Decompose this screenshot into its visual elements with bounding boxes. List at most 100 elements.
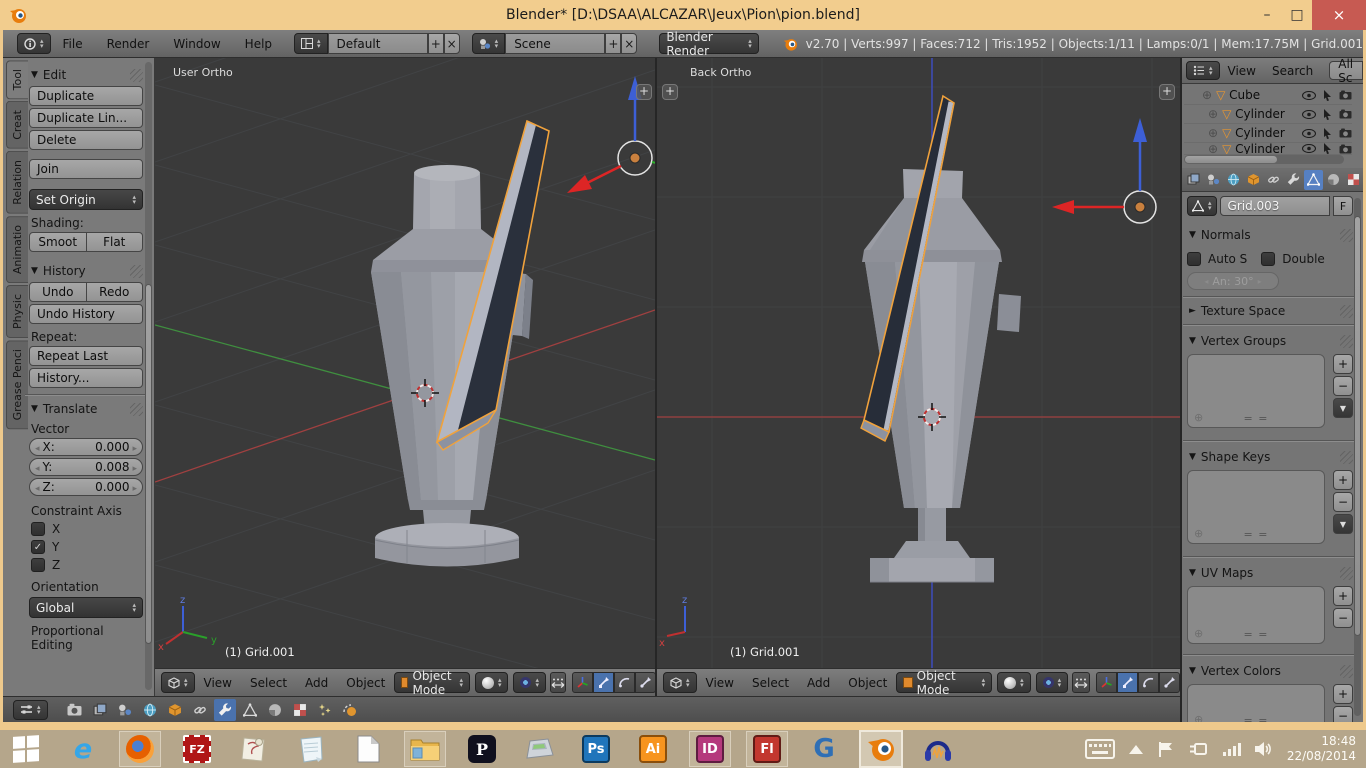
editor-type-3dview-button[interactable] — [663, 672, 697, 693]
add-screen-button[interactable]: + — [428, 33, 444, 54]
tab-tool[interactable]: Tool — [6, 60, 28, 99]
touch-keyboard-icon[interactable] — [1085, 739, 1115, 759]
viewport-right[interactable]: z x Back Ortho (1) Grid.001 + + View Sel… — [655, 58, 1180, 696]
shape-keys-list[interactable]: ⊕ = = — [1187, 470, 1325, 544]
mesh-browse-button[interactable] — [1187, 196, 1217, 216]
tab-texture[interactable] — [1344, 170, 1363, 190]
manipulator-axes-button[interactable] — [572, 672, 593, 693]
delete-screen-button[interactable]: × — [444, 33, 460, 54]
tab-modifiers[interactable] — [1284, 170, 1303, 190]
taskbar-notepad[interactable] — [291, 732, 331, 766]
tab-constraints[interactable] — [189, 699, 211, 721]
add-uv-map-button[interactable]: + — [1333, 586, 1353, 606]
remove-vertex-color-button[interactable]: − — [1333, 706, 1353, 722]
render-camera-icon[interactable] — [1339, 90, 1352, 100]
join-button[interactable]: Join — [29, 159, 143, 179]
taskbar-filezilla[interactable]: FZ — [177, 732, 217, 766]
selectability-cursor-icon[interactable] — [1323, 128, 1332, 139]
snap-button[interactable] — [550, 672, 566, 693]
viewport-shading-dropdown[interactable] — [997, 672, 1031, 693]
increment-icon[interactable] — [132, 480, 137, 494]
selectability-cursor-icon[interactable] — [1323, 143, 1332, 154]
remove-shape-key-button[interactable]: − — [1333, 492, 1353, 512]
translate-manipulator[interactable] — [1052, 118, 1156, 223]
constraint-z-checkbox[interactable] — [31, 558, 45, 572]
tab-create[interactable]: Creat — [6, 101, 28, 149]
rotate-manipulator-button[interactable] — [1138, 672, 1159, 693]
vector-z-field[interactable]: Z:0.000 — [29, 478, 143, 496]
maximize-button[interactable]: □ — [1282, 0, 1312, 30]
editor-type-3dview-button[interactable] — [161, 672, 195, 693]
tab-material[interactable] — [264, 699, 286, 721]
viewport-left-canvas[interactable]: z x y User Ortho (1) Grid.001 — [155, 58, 655, 668]
vector-y-field[interactable]: Y:0.008 — [29, 458, 143, 476]
scene-icon-button[interactable] — [472, 33, 506, 54]
menu-add[interactable]: Add — [305, 676, 328, 690]
vector-x-field[interactable]: X:0.000 — [29, 438, 143, 456]
panel-grip-icon[interactable] — [130, 265, 143, 278]
taskbar-photoshop[interactable]: Ps — [576, 732, 616, 766]
remove-uv-map-button[interactable]: − — [1333, 608, 1353, 628]
add-vertex-color-button[interactable]: + — [1333, 684, 1353, 704]
tab-particles[interactable] — [314, 699, 336, 721]
increment-icon[interactable] — [132, 440, 137, 454]
properties-region-expand-button[interactable]: + — [636, 84, 652, 100]
add-vertex-group-button[interactable]: + — [1333, 354, 1353, 374]
taskbar-audacity[interactable] — [918, 732, 958, 766]
x-arrow[interactable] — [585, 166, 621, 184]
list-expand-icon[interactable]: ⊕ — [1194, 713, 1203, 722]
pivot-point-dropdown[interactable] — [1036, 672, 1069, 693]
increment-icon[interactable] — [132, 460, 137, 474]
tab-animation[interactable]: Animatio — [6, 216, 28, 283]
panel-grip-icon[interactable] — [1340, 451, 1353, 464]
expand-icon[interactable]: ⊕ — [1202, 88, 1212, 102]
tab-object-data[interactable] — [239, 699, 261, 721]
editor-type-properties-button[interactable] — [13, 700, 48, 720]
list-expand-icon[interactable]: ⊕ — [1194, 627, 1203, 640]
set-origin-dropdown[interactable]: Set Origin — [29, 189, 143, 210]
history-button[interactable]: History... — [29, 368, 143, 388]
constraint-y-checkbox[interactable]: ✓ — [31, 540, 45, 554]
vertex-groups-list[interactable]: ⊕ = = — [1187, 354, 1325, 428]
object-name[interactable]: Cylinder — [1235, 107, 1285, 121]
scale-manipulator-button[interactable] — [1159, 672, 1180, 693]
auto-smooth-checkbox[interactable] — [1187, 252, 1201, 266]
tab-object-data[interactable] — [1304, 170, 1323, 190]
scrollbar-thumb[interactable] — [145, 284, 152, 644]
delete-scene-button[interactable]: × — [621, 33, 637, 54]
repeat-last-button[interactable]: Repeat Last — [29, 346, 143, 366]
undo-button[interactable]: Undo — [29, 282, 87, 302]
mode-dropdown[interactable]: Object Mode — [394, 672, 470, 693]
outliner-item-cylinder-1[interactable]: ⊕ ▽ Cylinder — [1184, 105, 1352, 124]
render-engine-select[interactable]: Blender Render — [659, 33, 758, 54]
undo-history-button[interactable]: Undo History — [29, 304, 143, 324]
menu-window[interactable]: Window — [173, 37, 220, 51]
tab-world[interactable] — [1224, 170, 1243, 190]
taskbar-file-explorer[interactable] — [405, 732, 445, 766]
redo-button[interactable]: Redo — [87, 282, 144, 302]
render-camera-icon[interactable] — [1339, 144, 1352, 154]
double-sided-checkbox[interactable] — [1261, 252, 1275, 266]
menu-select[interactable]: Select — [250, 676, 287, 690]
add-scene-button[interactable]: + — [605, 33, 621, 54]
fake-user-button[interactable]: F — [1333, 196, 1353, 216]
expand-icon[interactable]: ⊕ — [1208, 107, 1218, 121]
tab-modifiers-active[interactable] — [214, 699, 236, 721]
history-panel-header[interactable]: ▼ History — [31, 264, 143, 278]
render-camera-icon[interactable] — [1339, 109, 1352, 119]
expand-icon[interactable]: ⊕ — [1208, 143, 1218, 155]
viewport-shading-dropdown[interactable] — [475, 672, 509, 693]
remove-vertex-group-button[interactable]: − — [1333, 376, 1353, 396]
tool-shelf-expand-button[interactable]: + — [662, 84, 678, 100]
scrollbar-thumb[interactable] — [1354, 216, 1361, 636]
tab-material[interactable] — [1324, 170, 1343, 190]
scale-manipulator-button[interactable] — [635, 672, 655, 693]
tab-constraints[interactable] — [1264, 170, 1283, 190]
menu-render[interactable]: Render — [107, 37, 150, 51]
visibility-eye-icon[interactable] — [1302, 110, 1316, 119]
viewport-right-canvas[interactable]: z x Back Ortho (1) Grid.001 — [657, 58, 1180, 668]
uv-maps-list[interactable]: ⊕ = = — [1187, 586, 1325, 644]
network-signal-icon[interactable] — [1223, 742, 1241, 756]
taskbar-blender-active[interactable] — [861, 732, 901, 766]
uv-maps-panel-header[interactable]: ▼ UV Maps — [1189, 566, 1353, 580]
